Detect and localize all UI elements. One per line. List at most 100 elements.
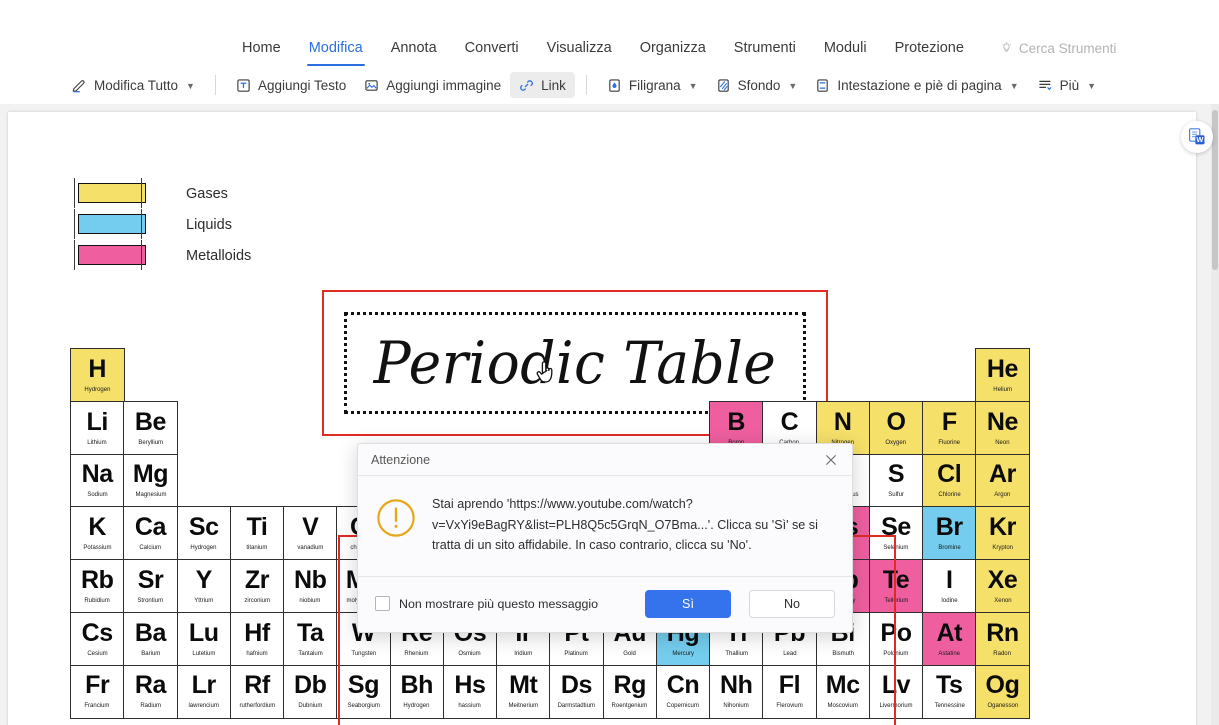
- element-symbol: Lr: [191, 671, 217, 700]
- tab-home[interactable]: Home: [228, 31, 295, 65]
- tab-protezione[interactable]: Protezione: [881, 31, 978, 65]
- element-symbol: Mg: [132, 460, 169, 489]
- scrollbar-thumb[interactable]: [1212, 110, 1218, 270]
- dialog-body: Stai aprendo 'https://www.youtube.com/wa…: [358, 476, 852, 577]
- element-name: Osmium: [458, 649, 482, 657]
- element-name: Strontium: [137, 597, 164, 604]
- pdf-page[interactable]: Gases Liquids Metalloids Periodic Table …: [8, 112, 1196, 725]
- chevron-down-icon: ▼: [186, 81, 195, 91]
- tab-strumenti[interactable]: Strumenti: [720, 31, 810, 65]
- aggiungi-immagine-button[interactable]: Aggiungi immagine: [355, 72, 510, 98]
- element-name: lawrencium: [188, 702, 219, 710]
- element-name: Helium: [993, 386, 1012, 393]
- element-symbol: Po: [880, 618, 912, 647]
- element-symbol: Sr: [137, 565, 164, 594]
- periodic-table-empty-cell: [230, 454, 285, 508]
- watermark-drop-icon: [607, 78, 622, 93]
- search-tools-button[interactable]: Cerca Strumenti: [1000, 40, 1117, 56]
- element-cell-nh: Nh Nihonium: [709, 664, 764, 719]
- element-symbol: At: [936, 618, 963, 647]
- filigrana-button[interactable]: Filigrana ▼: [598, 72, 707, 98]
- warning-dialog[interactable]: Attenzione Stai aprendo 'https://www.you…: [357, 443, 853, 633]
- element-name: Tennessine: [934, 702, 965, 710]
- element-symbol: S: [887, 460, 905, 489]
- periodic-table-empty-cell: [603, 348, 658, 402]
- close-icon[interactable]: [820, 449, 842, 471]
- aggiungi-testo-button[interactable]: Aggiungi Testo: [227, 72, 355, 98]
- element-symbol: Kr: [989, 513, 1016, 542]
- svg-text:W: W: [1196, 135, 1203, 144]
- element-name: Selenium: [883, 544, 909, 552]
- element-name: Copernicum: [666, 702, 700, 710]
- periodic-table-empty-cell: [123, 348, 178, 402]
- word-export-button[interactable]: W: [1181, 121, 1213, 153]
- element-symbol: Te: [882, 565, 910, 594]
- element-name: Rhenium: [404, 649, 429, 657]
- element-symbol: H: [88, 354, 107, 383]
- element-symbol: Rg: [613, 671, 647, 700]
- element-symbol: Fl: [778, 671, 801, 700]
- periodic-table-empty-cell: [283, 348, 338, 402]
- toolbar-divider: [214, 75, 216, 95]
- element-symbol: Hs: [454, 671, 486, 700]
- confirm-yes-button[interactable]: Sì: [645, 589, 731, 618]
- element-cell-rg: Rg Roentgenium: [602, 664, 657, 719]
- element-cell-y: Y Yttrium: [176, 559, 231, 613]
- checkbox-box[interactable]: [375, 596, 390, 612]
- tab-annota[interactable]: Annota: [377, 31, 451, 65]
- element-name: Sodium: [87, 491, 108, 499]
- element-cell-s: S Sulfur: [868, 453, 924, 508]
- element-symbol: Cl: [937, 460, 962, 489]
- element-symbol: Na: [81, 460, 114, 489]
- element-name: Tungsten: [351, 649, 376, 657]
- legend-label-metalloids: Metalloids: [186, 247, 252, 264]
- dont-show-again-checkbox[interactable]: Non mostrare più questo messaggio: [375, 596, 645, 612]
- element-cell-lu: Lu Lutetium: [176, 611, 231, 666]
- element-symbol: Zr: [244, 565, 270, 594]
- element-name: niobium: [299, 597, 321, 604]
- cancel-no-button[interactable]: No: [749, 589, 835, 618]
- element-cell-og: Og Oganesson: [975, 664, 1030, 719]
- element-name: Hydrogen: [403, 702, 430, 710]
- element-cell-h: H Hydrogen: [70, 348, 125, 402]
- vertical-scrollbar[interactable]: [1211, 104, 1219, 725]
- header-footer-icon: [815, 78, 830, 93]
- tab-modifica[interactable]: Modifica: [295, 31, 377, 66]
- tab-organizza[interactable]: Organizza: [626, 31, 720, 65]
- link-button[interactable]: Link: [510, 72, 575, 98]
- element-symbol: Li: [86, 407, 109, 436]
- tab-converti[interactable]: Converti: [451, 31, 533, 65]
- element-name: Darmstadtium: [557, 702, 596, 710]
- element-cell-at: At Astatine: [922, 611, 977, 666]
- element-symbol: Se: [881, 513, 911, 542]
- element-name: Oxygen: [885, 438, 907, 446]
- periodic-table-empty-cell: [336, 348, 391, 402]
- dialog-footer: Non mostrare più questo messaggio Sì No: [358, 576, 852, 632]
- element-name: titanium: [246, 544, 268, 552]
- element-name: Xenon: [993, 597, 1012, 604]
- legend-label-gases: Gases: [186, 185, 228, 202]
- periodic-table-empty-cell: [656, 348, 711, 402]
- legend-swatch-gases: [74, 177, 148, 208]
- tab-visualizza[interactable]: Visualizza: [533, 31, 626, 65]
- element-name: Potassium: [83, 544, 112, 552]
- piu-button[interactable]: Più ▼: [1028, 72, 1105, 98]
- element-cell-zr: Zr zirconium: [229, 559, 285, 613]
- legend-item-metalloids: Metalloids: [70, 239, 290, 271]
- element-name: Livermorium: [879, 702, 913, 710]
- periodic-table-empty-cell: [283, 401, 338, 455]
- element-cell-ds: Ds Darmstadtium: [549, 664, 604, 719]
- element-cell-se: Se Selenium: [868, 506, 924, 561]
- element-symbol: Bh: [400, 671, 434, 700]
- element-name: Barium: [140, 649, 161, 657]
- element-name: Bismuth: [831, 649, 854, 657]
- sfondo-button[interactable]: Sfondo ▼: [707, 72, 807, 98]
- element-name: hassium: [458, 702, 482, 710]
- element-symbol: Rn: [986, 618, 1019, 647]
- intestazione-pie-pagina-button[interactable]: Intestazione e piè di pagina ▼: [806, 72, 1027, 98]
- search-tools-label: Cerca Strumenti: [1018, 40, 1117, 56]
- modifica-tutto-button[interactable]: Modifica Tutto ▼: [62, 72, 204, 98]
- tab-moduli[interactable]: Moduli: [810, 31, 881, 65]
- element-cell-br: Br Bromine: [922, 506, 977, 561]
- element-name: hafnium: [246, 649, 268, 657]
